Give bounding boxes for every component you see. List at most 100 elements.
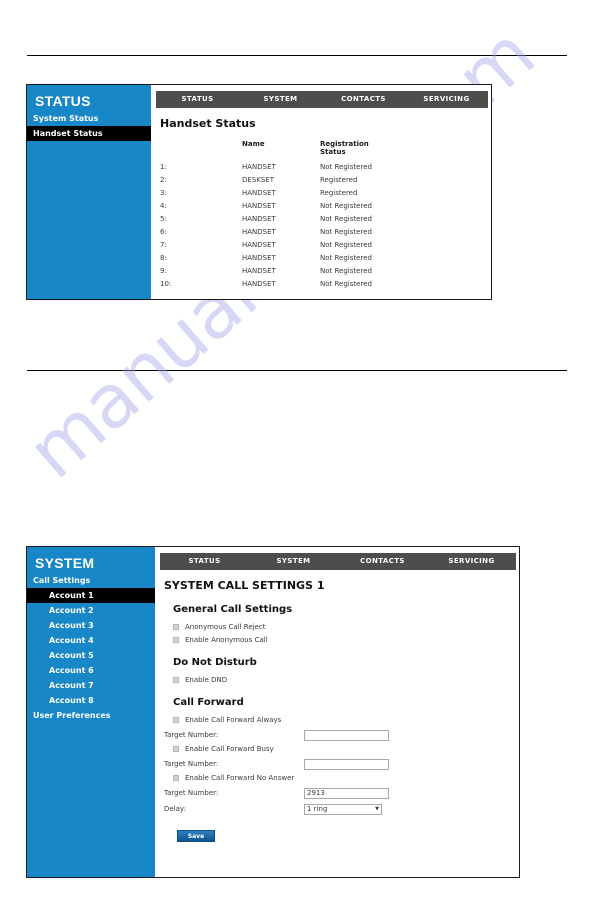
table-header-row: Name Registration Status: [160, 140, 430, 161]
tab-status[interactable]: STATUS: [160, 553, 249, 570]
checkbox-call-forward-always[interactable]: [173, 717, 179, 723]
cell-name: HANDSET: [242, 254, 276, 262]
system-sidebar: SYSTEM Call Settings Account 1 Account 2A…: [27, 547, 155, 877]
column-name: Name: [242, 140, 265, 148]
cell-name: HANDSET: [242, 215, 276, 223]
label-anonymous-call-reject: Anonymous Call Reject: [185, 623, 266, 631]
column-index: [160, 140, 242, 161]
sidebar-title-system: SYSTEM: [35, 555, 95, 571]
table-row: 5: HANDSET Not Registered: [160, 213, 430, 226]
sidebar-accounts-list: Account 1 Account 2 Account 3 Account 4 Acco…: [27, 588, 155, 708]
tab-status[interactable]: STATUS: [156, 91, 239, 108]
column-registration-line1: Registration: [320, 140, 369, 148]
checkbox-enable-dnd[interactable]: [173, 677, 179, 683]
input-target-number-busy[interactable]: [304, 758, 389, 770]
cell-registration-status: Not Registered: [320, 241, 372, 249]
cell-registration-status: Not Registered: [320, 267, 372, 275]
table-header: Name Registration Status: [160, 140, 430, 161]
system-navbar: STATUS SYSTEM CONTACTS SERVICING: [160, 553, 516, 570]
table-row: 10: HANDSET Not Registered: [160, 278, 430, 291]
cell-registration-status: Registered: [320, 189, 358, 197]
cell-index: 10:: [160, 280, 172, 288]
page-divider-middle: [27, 370, 567, 371]
sidebar-item-account-5[interactable]: Account 5: [27, 648, 155, 663]
cell-name: DESKSET: [242, 176, 274, 184]
cell-index: 9:: [160, 267, 167, 275]
cell-index: 4:: [160, 202, 167, 210]
row-enable-call-forward-busy[interactable]: Enable Call Forward Busy: [173, 744, 519, 754]
table-row: 2: DESKSET Registered: [160, 174, 430, 187]
column-registration-status: Registration Status: [320, 140, 430, 161]
cell-registration-status: Not Registered: [320, 215, 372, 223]
row-enable-anonymous-call[interactable]: Enable Anonymous Call: [173, 635, 519, 645]
cell-name: HANDSET: [242, 267, 276, 275]
row-anonymous-call-reject[interactable]: Anonymous Call Reject: [173, 622, 519, 632]
cell-name: HANDSET: [242, 202, 276, 210]
select-delay-value: 1 ring: [307, 804, 328, 813]
input-target-number-always[interactable]: [304, 729, 389, 741]
input-target-number-no-answer[interactable]: 2913: [304, 787, 389, 799]
sidebar-item-account-3[interactable]: Account 3: [27, 618, 155, 633]
section-call-forward: Call Forward: [173, 697, 244, 708]
chevron-down-icon: ▼: [375, 805, 379, 812]
table-body: 1: HANDSET Not Registered 2: DESKSET Register…: [160, 161, 430, 291]
cell-name: HANDSET: [242, 241, 276, 249]
cell-index: 5:: [160, 215, 167, 223]
handset-status-table: Name Registration Status 1: HANDSET Not Re…: [160, 140, 430, 291]
tab-contacts[interactable]: CONTACTS: [338, 553, 427, 570]
cell-registration-status: Not Registered: [320, 228, 372, 236]
tab-system[interactable]: SYSTEM: [239, 91, 322, 108]
label-target-number-always: Target Number:: [164, 731, 219, 739]
status-content: STATUS SYSTEM CONTACTS SERVICING Handset…: [151, 85, 491, 299]
cell-name: HANDSET: [242, 280, 276, 288]
save-button[interactable]: Save: [177, 830, 215, 842]
row-enable-dnd[interactable]: Enable DND: [173, 675, 519, 685]
table-row: 7: HANDSET Not Registered: [160, 239, 430, 252]
row-delay: Delay: 1 ring ▼: [164, 802, 519, 816]
table-row: 4: HANDSET Not Registered: [160, 200, 430, 213]
sidebar-item-account-7[interactable]: Account 7: [27, 678, 155, 693]
tab-servicing[interactable]: SERVICING: [405, 91, 488, 108]
sidebar-item-account-8[interactable]: Account 8: [27, 693, 155, 708]
cell-registration-status: Not Registered: [320, 254, 372, 262]
sidebar-item-system-status[interactable]: System Status: [27, 111, 151, 126]
cell-registration-status: Not Registered: [320, 163, 372, 171]
row-target-number-always: Target Number:: [164, 728, 519, 742]
cell-index: 6:: [160, 228, 167, 236]
system-panel: SYSTEM Call Settings Account 1 Account 2A…: [26, 546, 520, 878]
label-enable-dnd: Enable DND: [185, 676, 228, 684]
sidebar-item-account-2[interactable]: Account 2: [27, 603, 155, 618]
label-call-forward-busy: Enable Call Forward Busy: [185, 745, 274, 753]
checkbox-call-forward-busy[interactable]: [173, 746, 179, 752]
cell-registration-status: Not Registered: [320, 202, 372, 210]
sidebar-item-account-4[interactable]: Account 4: [27, 633, 155, 648]
sidebar-item-user-preferences[interactable]: User Preferences: [27, 708, 155, 723]
cell-index: 8:: [160, 254, 167, 262]
checkbox-enable-anonymous-call[interactable]: [173, 637, 179, 643]
sidebar-item-call-settings[interactable]: Call Settings: [27, 573, 155, 588]
page-divider-top: [27, 55, 567, 56]
tab-servicing[interactable]: SERVICING: [427, 553, 516, 570]
sidebar-item-account-6[interactable]: Account 6: [27, 663, 155, 678]
table-row: 3: HANDSET Registered: [160, 187, 430, 200]
row-target-number-busy: Target Number:: [164, 757, 519, 771]
sidebar-item-account-1[interactable]: Account 1: [27, 588, 155, 603]
checkbox-anonymous-call-reject[interactable]: [173, 624, 179, 630]
row-enable-call-forward-always[interactable]: Enable Call Forward Always: [173, 715, 519, 725]
label-target-number-busy: Target Number:: [164, 760, 219, 768]
sidebar-item-handset-status[interactable]: Handset Status: [27, 126, 151, 141]
select-delay[interactable]: 1 ring ▼: [304, 803, 382, 815]
checkbox-call-forward-no-answer[interactable]: [173, 775, 179, 781]
label-call-forward-no-answer: Enable Call Forward No Answer: [185, 774, 295, 782]
cell-registration-status: Registered: [320, 176, 358, 184]
cell-index: 2:: [160, 176, 167, 184]
system-content: STATUS SYSTEM CONTACTS SERVICING SYSTEM …: [155, 547, 519, 877]
tab-system[interactable]: SYSTEM: [249, 553, 338, 570]
page-title-system-call-settings: SYSTEM CALL SETTINGS 1: [164, 579, 325, 592]
status-sidebar: STATUS System Status Handset Status: [27, 85, 151, 299]
cell-name: HANDSET: [242, 189, 276, 197]
row-enable-call-forward-no-answer[interactable]: Enable Call Forward No Answer: [173, 773, 519, 783]
page-title-handset-status: Handset Status: [160, 117, 256, 130]
cell-index: 3:: [160, 189, 167, 197]
tab-contacts[interactable]: CONTACTS: [322, 91, 405, 108]
